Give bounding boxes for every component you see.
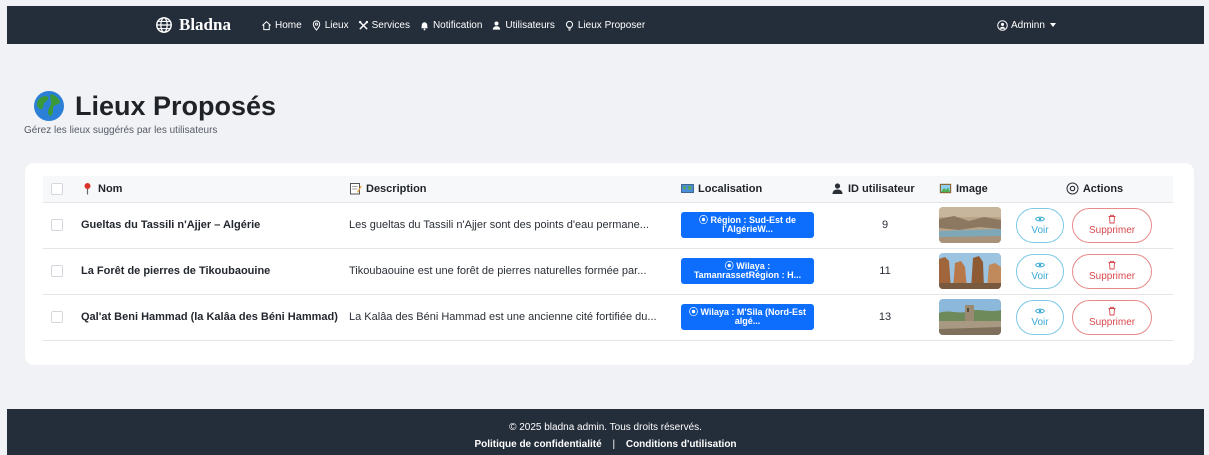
place-thumbnail[interactable] — [939, 253, 1001, 289]
footer-copyright: © 2025 bladna admin. Tous droits réservé… — [509, 422, 702, 433]
nav-item-utilisateurs[interactable]: Utilisateurs — [491, 19, 555, 31]
row-checkbox[interactable] — [51, 219, 63, 231]
column-header-location[interactable]: Localisation — [698, 183, 762, 195]
terms-of-use-link[interactable]: Conditions d'utilisation — [626, 439, 737, 450]
eye-icon — [1035, 308, 1045, 314]
place-description: Tikoubaouine est une forêt de pierres na… — [349, 265, 647, 277]
footer: © 2025 bladna admin. Tous droits réservé… — [7, 409, 1204, 455]
nav-label: Notification — [432, 19, 483, 31]
column-header-actions: Actions — [1082, 182, 1124, 195]
select-all-checkbox[interactable] — [51, 182, 63, 195]
brand-name: Bladna — [179, 15, 231, 34]
user-circle-icon — [997, 19, 1008, 31]
proposals-card: Nom Description Localisation ID utilisat… — [25, 163, 1194, 365]
lightbulb-icon — [565, 20, 573, 31]
place-thumbnail[interactable] — [939, 207, 1001, 243]
memo-icon — [350, 183, 362, 195]
delete-button-label: Supprimer — [1088, 225, 1136, 236]
earth-globe-icon — [34, 91, 64, 121]
place-name: Qal'at Beni Hammad (la Kalâa des Béni Ha… — [81, 310, 338, 323]
nav-item-lieux-proposer[interactable]: Lieux Proposer — [564, 20, 645, 31]
location-badge: ⦿ Région : Sud-Est de l'AlgérieW... — [681, 212, 814, 238]
nav-menu: Home Lieux Services Notification Utilisa… — [261, 6, 654, 44]
gear-circle-icon — [1066, 182, 1079, 195]
nav-label: Lieux — [324, 19, 349, 31]
user-id: 13 — [831, 293, 939, 341]
home-icon — [262, 20, 271, 30]
map-pin-icon: ⦿ — [698, 215, 711, 225]
trash-icon — [1108, 260, 1116, 270]
user-menu-dropdown[interactable]: Adminn — [997, 6, 1056, 44]
bell-icon — [421, 21, 428, 30]
footer-separator: | — [612, 439, 616, 450]
nav-label: Services — [371, 19, 410, 31]
delete-button-label: Supprimer — [1088, 271, 1136, 282]
privacy-policy-link[interactable]: Politique de confidentialité — [474, 439, 601, 450]
brand[interactable]: Bladna — [155, 6, 231, 44]
table-row: La Forêt de pierres de Tikoubaouine Tiko… — [43, 247, 1173, 294]
place-description: La Kalâa des Béni Hammad est une ancienn… — [349, 311, 657, 323]
user-id: 9 — [831, 201, 939, 248]
nav-item-notification[interactable]: Notification — [419, 20, 482, 31]
place-description: Les gueltas du Tassili n'Ajjer sont des … — [349, 219, 649, 231]
delete-button[interactable]: Supprimer — [1072, 299, 1153, 335]
view-button-label: Voir — [1031, 271, 1049, 282]
row-checkbox[interactable] — [51, 311, 63, 323]
tools-icon — [358, 20, 368, 30]
row-checkbox[interactable] — [51, 265, 63, 277]
place-name: La Forêt de pierres de Tikoubaouine — [81, 264, 271, 277]
nav-item-lieux[interactable]: Lieux — [311, 20, 349, 31]
delete-button-label: Supprimer — [1088, 317, 1136, 328]
view-button[interactable]: Voir — [1016, 299, 1064, 335]
view-button-label: Voir — [1031, 225, 1049, 236]
trash-icon — [1108, 306, 1116, 316]
column-header-user-id[interactable]: ID utilisateur — [848, 183, 915, 195]
map-pin-icon — [312, 19, 320, 31]
nav-label: Home — [275, 19, 302, 31]
view-button-label: Voir — [1031, 317, 1049, 328]
trash-icon — [1108, 214, 1116, 224]
framed-picture-icon — [939, 184, 952, 194]
table-row: Qal'at Beni Hammad (la Kalâa des Béni Ha… — [43, 293, 1173, 341]
caret-down-icon — [1049, 23, 1056, 27]
delete-button[interactable]: Supprimer — [1072, 207, 1153, 243]
nav-label: Utilisateurs — [505, 19, 555, 31]
table-row: Gueltas du Tassili n'Ajjer – Algérie Les… — [43, 201, 1173, 248]
nav-item-home[interactable]: Home — [261, 20, 302, 31]
nav-label: Lieux Proposer — [577, 19, 646, 31]
globe-icon — [156, 17, 172, 33]
pushpin-icon — [84, 183, 91, 195]
location-badge: ⦿ Wilaya : TamanrassetRégion : H... — [681, 258, 814, 284]
view-button[interactable]: Voir — [1016, 253, 1064, 289]
column-header-description[interactable]: Description — [366, 183, 427, 195]
place-name: Gueltas du Tassili n'Ajjer – Algérie — [81, 218, 261, 231]
view-button[interactable]: Voir — [1016, 207, 1064, 243]
user-name: Adminn — [1011, 19, 1045, 31]
place-thumbnail[interactable] — [939, 299, 1001, 335]
world-map-icon — [681, 184, 694, 194]
page-header: Lieux Proposés — [33, 90, 276, 122]
eye-icon — [1035, 262, 1045, 268]
proposals-table: Nom Description Localisation ID utilisat… — [43, 176, 1173, 341]
user-silhouette-icon — [832, 183, 843, 195]
user-icon — [493, 20, 501, 30]
column-header-image[interactable]: Image — [956, 183, 988, 195]
table-header-row: Nom Description Localisation ID utilisat… — [43, 176, 1173, 202]
delete-button[interactable]: Supprimer — [1072, 253, 1153, 289]
page-title: Lieux Proposés — [75, 90, 277, 121]
user-id: 11 — [831, 247, 939, 294]
column-header-name[interactable]: Nom — [98, 183, 122, 195]
nav-item-services[interactable]: Services — [358, 20, 410, 31]
map-pin-icon: ⦿ — [688, 307, 701, 317]
eye-icon — [1035, 216, 1045, 222]
page-subtitle: Gérez les lieux suggérés par les utilisa… — [24, 125, 218, 136]
location-badge: ⦿ Wilaya : M'Sila (Nord-Est algé... — [681, 304, 814, 330]
footer-links: Politique de confidentialité | Condition… — [7, 439, 1204, 450]
top-navbar: Bladna Home Lieux Services Notification … — [7, 6, 1204, 44]
